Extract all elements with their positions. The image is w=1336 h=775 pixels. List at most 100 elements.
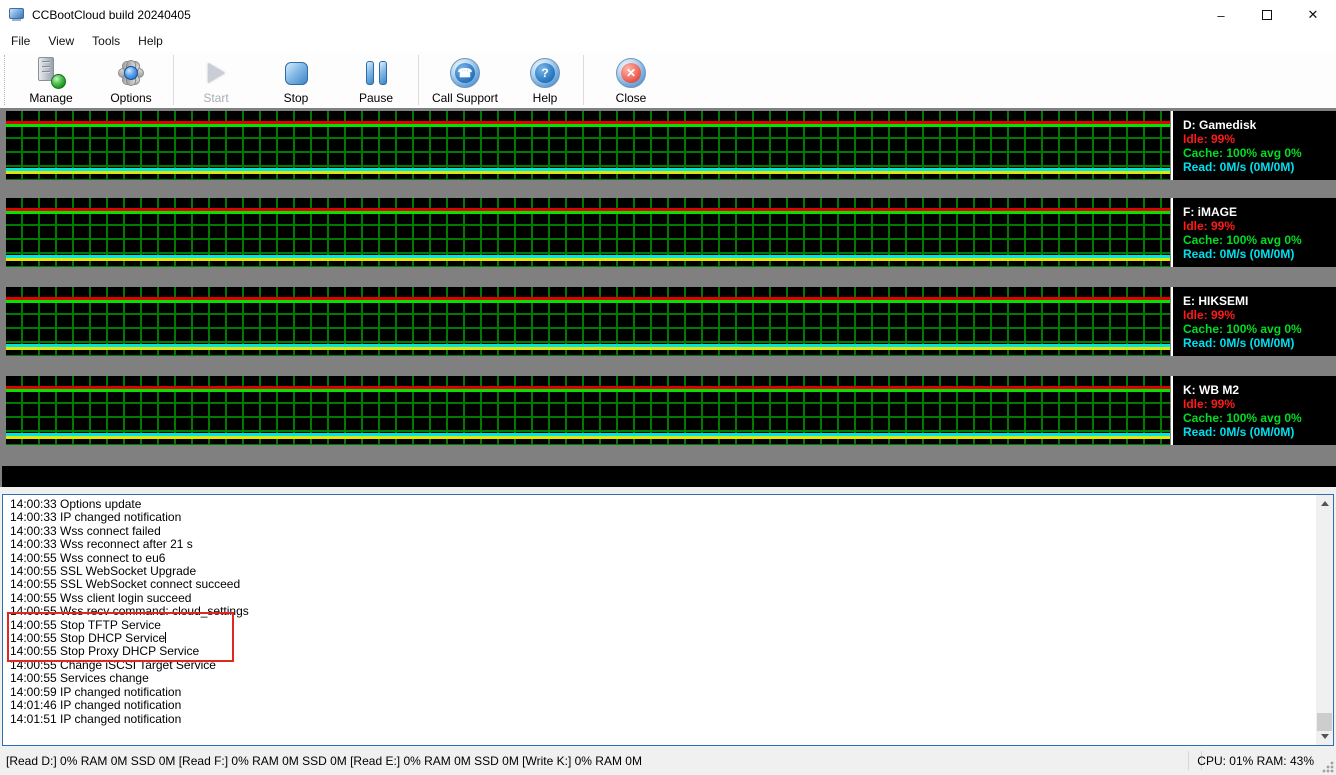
close-window-button[interactable]: ✕ (1290, 0, 1336, 30)
status-separator (1188, 751, 1189, 770)
close-button[interactable]: ✕ Close (586, 52, 676, 108)
toolbar-separator (418, 55, 419, 105)
disk-panel-row: K: WB M2Idle: 99%Cache: 100% avg 0%Read:… (0, 376, 1336, 445)
disk-cache-stat: Cache: 100% avg 0% (1183, 146, 1336, 160)
log-line: 14:00:33 Wss reconnect after 21 s (10, 538, 1313, 551)
pause-button[interactable]: Pause (336, 52, 416, 108)
play-icon (199, 56, 233, 90)
minimize-button[interactable]: – (1198, 0, 1244, 30)
close-icon: ✕ (614, 56, 648, 90)
log-line: 14:00:55 Stop TFTP Service (10, 619, 1313, 632)
help-button[interactable]: ? Help (509, 52, 581, 108)
menu-view[interactable]: View (39, 32, 83, 50)
disk-idle-stat: Idle: 99% (1183, 308, 1336, 322)
toolbar: Manage Options Start Stop Pause ☎ Call S… (0, 52, 1336, 108)
scroll-down-icon[interactable] (1316, 728, 1333, 745)
disk-cache-stat: Cache: 100% avg 0% (1183, 322, 1336, 336)
stop-icon (279, 56, 313, 90)
maximize-icon (1262, 10, 1272, 20)
log-line: 14:00:55 Wss recv command: cloud_setting… (10, 605, 1313, 618)
menu-file[interactable]: File (2, 32, 39, 50)
title-bar: CCBootCloud build 20240405 – ✕ (0, 0, 1336, 30)
pause-label: Pause (359, 91, 393, 105)
question-icon: ? (528, 56, 562, 90)
log-line: 14:00:55 Services change (10, 672, 1313, 685)
disk-title: K: WB M2 (1183, 383, 1336, 397)
options-button[interactable]: Options (91, 52, 171, 108)
call-support-button[interactable]: ☎ Call Support (421, 52, 509, 108)
log-line: 14:00:59 IP changed notification (10, 686, 1313, 699)
bottom-black-strip (2, 466, 1336, 487)
disk-idle-stat: Idle: 99% (1183, 132, 1336, 146)
maximize-button[interactable] (1244, 0, 1290, 30)
close-label: Close (616, 91, 647, 105)
gap-band (0, 487, 1336, 494)
phone-icon: ☎ (448, 56, 482, 90)
disk-idle-stat: Idle: 99% (1183, 397, 1336, 411)
menu-tools[interactable]: Tools (83, 32, 129, 50)
log-line: 14:00:55 SSL WebSocket connect succeed (10, 578, 1313, 591)
log-line: 14:01:46 IP changed notification (10, 699, 1313, 712)
gear-icon (114, 56, 148, 90)
disk-read-stat: Read: 0M/s (0M/0M) (1183, 336, 1336, 350)
disk-panel-row: E: HIKSEMIIdle: 99%Cache: 100% avg 0%Rea… (0, 287, 1336, 356)
log-line: 14:00:55 Wss connect to eu6 (10, 552, 1313, 565)
server-globe-icon (34, 56, 68, 90)
menu-bar: File View Tools Help (0, 30, 1336, 52)
cpu-ram-status: CPU: 01% RAM: 43% (1197, 754, 1314, 768)
window-title: CCBootCloud build 20240405 (32, 8, 191, 22)
menu-help[interactable]: Help (129, 32, 172, 50)
scroll-up-icon[interactable] (1316, 495, 1333, 512)
call-support-label: Call Support (432, 91, 498, 105)
disk-info-label: E: HIKSEMIIdle: 99%Cache: 100% avg 0%Rea… (1173, 287, 1336, 356)
disk-panel-row: F: iMAGEIdle: 99%Cache: 100% avg 0%Read:… (0, 198, 1336, 267)
log-line: 14:01:51 IP changed notification (10, 713, 1313, 726)
log-line: 14:00:55 Stop Proxy DHCP Service (10, 645, 1313, 658)
toolbar-separator (173, 55, 174, 105)
toolbar-separator (583, 55, 584, 105)
pause-icon (359, 56, 393, 90)
cache-line (6, 389, 1170, 392)
write-line (6, 171, 1170, 174)
disk-cache-stat: Cache: 100% avg 0% (1183, 411, 1336, 425)
disk-title: E: HIKSEMI (1183, 294, 1336, 308)
log-area[interactable]: 14:00:33 Options update14:00:33 IP chang… (2, 494, 1334, 746)
log-line: 14:00:55 Stop DHCP Service (10, 632, 1313, 645)
disk-activity-graph (6, 376, 1170, 445)
stop-label: Stop (284, 91, 309, 105)
disk-title: F: iMAGE (1183, 205, 1336, 219)
app-icon (9, 8, 25, 22)
options-label: Options (110, 91, 151, 105)
disk-io-status: [Read D:] 0% RAM 0M SSD 0M [Read F:] 0% … (0, 754, 642, 768)
cache-line (6, 300, 1170, 303)
disk-info-label: K: WB M2Idle: 99%Cache: 100% avg 0%Read:… (1173, 376, 1336, 445)
disk-activity-graph (6, 287, 1170, 356)
disk-read-stat: Read: 0M/s (0M/0M) (1183, 247, 1336, 261)
resize-grip-icon[interactable] (1322, 761, 1334, 773)
write-line (6, 258, 1170, 261)
text-caret (165, 632, 166, 643)
disk-cache-stat: Cache: 100% avg 0% (1183, 233, 1336, 247)
log-line: 14:00:55 Change iSCSI Target Service (10, 659, 1313, 672)
disk-title: D: Gamedisk (1183, 118, 1336, 132)
toolbar-gripper (4, 55, 9, 105)
disk-panel-row: D: GamediskIdle: 99%Cache: 100% avg 0%Re… (0, 111, 1336, 180)
start-button: Start (176, 52, 256, 108)
manage-button[interactable]: Manage (11, 52, 91, 108)
log-line: 14:00:33 Wss connect failed (10, 525, 1313, 538)
disk-idle-stat: Idle: 99% (1183, 219, 1336, 233)
manage-label: Manage (29, 91, 72, 105)
start-label: Start (203, 91, 228, 105)
log-line: 14:00:55 SSL WebSocket Upgrade (10, 565, 1313, 578)
log-line: 14:00:33 Options update (10, 498, 1313, 511)
disk-panels: D: GamediskIdle: 99%Cache: 100% avg 0%Re… (0, 108, 1336, 487)
help-label: Help (533, 91, 558, 105)
disk-activity-graph (6, 111, 1170, 180)
disk-info-label: F: iMAGEIdle: 99%Cache: 100% avg 0%Read:… (1173, 198, 1336, 267)
cache-line (6, 124, 1170, 127)
disk-activity-graph (6, 198, 1170, 267)
stop-button[interactable]: Stop (256, 52, 336, 108)
log-scrollbar[interactable] (1316, 495, 1333, 745)
status-bar: [Read D:] 0% RAM 0M SSD 0M [Read F:] 0% … (0, 746, 1336, 775)
cache-line (6, 211, 1170, 214)
